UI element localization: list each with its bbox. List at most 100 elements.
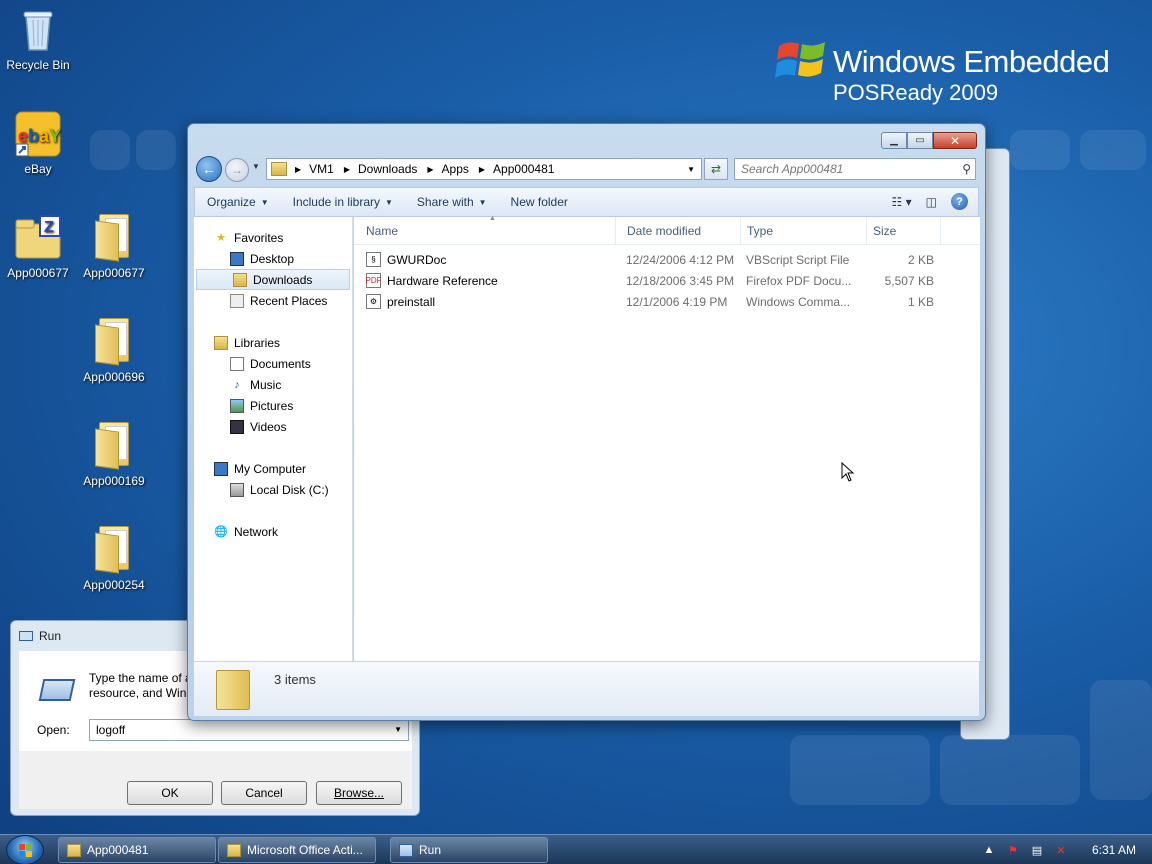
file-list: ▲ Name Date modified Type Size § GWURDoc …: [354, 215, 980, 661]
nav-label: Favorites: [234, 230, 284, 245]
breadcrumb-label: App000481: [493, 162, 555, 176]
explorer-window[interactable]: ▁ ▭ ✕ ← → ▼ ▶ VM1 ▶ Downloads ▶ Apps ▶ App00…: [187, 123, 986, 721]
back-button[interactable]: ←: [196, 156, 222, 182]
desktop-icon-app000696[interactable]: App000696: [74, 318, 154, 384]
folder-icon: [216, 670, 250, 710]
windows-embedded-logo: Windows Embedded POSReady 2009: [775, 32, 1135, 112]
nav-label: My Computer: [234, 461, 307, 476]
file-name-cell[interactable]: § GWURDoc: [366, 249, 616, 270]
address-bar[interactable]: ▶ VM1 ▶ Downloads ▶ Apps ▶ App000481 ▼: [266, 158, 702, 180]
breadcrumb-separator-icon: ▶: [343, 164, 350, 174]
security-alert-icon[interactable]: ⚑: [1006, 843, 1020, 857]
minimize-button[interactable]: ▁: [881, 132, 907, 149]
breadcrumb-label: Downloads: [358, 162, 418, 176]
nav-documents[interactable]: Documents: [194, 353, 352, 374]
desktop-icon-app000677-zip[interactable]: Z App000677: [0, 214, 78, 280]
desktop-tile: [136, 130, 176, 170]
network-icon: 🌐: [214, 526, 228, 538]
desktop-icon-recycle-bin[interactable]: Recycle Bin: [0, 6, 78, 72]
start-button[interactable]: [6, 835, 44, 864]
ok-button[interactable]: OK: [127, 781, 213, 805]
desktop-icon-app000677-folder[interactable]: App000677: [74, 214, 154, 280]
volume-muted-icon[interactable]: ✕: [1054, 843, 1068, 857]
table-row[interactable]: § GWURDoc 12/24/2006 4:12 PM VBScript Scr…: [354, 249, 954, 270]
desktop-icon-label: App000254: [83, 578, 145, 592]
svg-text:e: e: [18, 126, 28, 146]
nav-network[interactable]: 🌐 Network: [194, 521, 352, 542]
desktop-icon-app000169[interactable]: App000169: [74, 422, 154, 488]
file-date-cell: 12/1/2006 4:19 PM: [626, 294, 728, 309]
preview-pane-icon[interactable]: ◫: [926, 195, 937, 209]
clock[interactable]: 6:31 AM: [1092, 843, 1136, 857]
run-description: Type the name of a p resource, and Windo: [89, 671, 199, 701]
taskbar-item-office[interactable]: Microsoft Office Acti...: [218, 837, 376, 863]
nav-desktop[interactable]: Desktop: [194, 248, 352, 269]
new-folder-button[interactable]: New folder: [499, 195, 580, 209]
refresh-button[interactable]: ⇄: [704, 158, 728, 180]
browse-button[interactable]: Browse...: [316, 781, 402, 805]
include-in-library-button[interactable]: Include in library ▼: [281, 195, 405, 209]
column-header-size[interactable]: Size: [867, 217, 941, 245]
desktop-icon-label: App000677: [7, 266, 69, 280]
help-icon[interactable]: ?: [951, 193, 968, 210]
network-icon[interactable]: ▤: [1030, 843, 1044, 857]
close-button[interactable]: ✕: [933, 132, 977, 149]
nav-pictures[interactable]: Pictures: [194, 395, 352, 416]
show-hidden-icons-icon[interactable]: ▲: [982, 843, 996, 857]
documents-icon: [230, 356, 244, 371]
forward-button[interactable]: →: [225, 158, 249, 182]
breadcrumb-label: VM1: [309, 162, 334, 176]
breadcrumb-label: Apps: [441, 162, 469, 176]
search-icon[interactable]: ⚲: [962, 162, 971, 176]
nav-downloads[interactable]: Downloads: [196, 269, 350, 290]
file-name-cell[interactable]: PDF Hardware Reference: [366, 270, 616, 291]
table-row[interactable]: PDF Hardware Reference 12/18/2006 3:45 PM…: [354, 270, 954, 291]
maximize-button[interactable]: ▭: [907, 132, 933, 149]
breadcrumb-item[interactable]: ▶ VM1: [295, 162, 334, 176]
nav-my-computer[interactable]: My Computer: [194, 458, 352, 479]
folder-icon: [67, 843, 81, 857]
chevron-down-icon[interactable]: ▼: [687, 165, 695, 174]
nav-favorites[interactable]: ★ Favorites: [194, 227, 352, 248]
file-type-cell: Windows Comma...: [746, 294, 851, 309]
breadcrumb-item[interactable]: ▶ App000481: [479, 162, 555, 176]
item-count: 3 items: [274, 672, 316, 687]
breadcrumb-item[interactable]: ▶ Downloads: [344, 162, 418, 176]
share-with-button[interactable]: Share with ▼: [405, 195, 499, 209]
nav-local-disk[interactable]: Local Disk (C:): [194, 479, 352, 500]
navigation-bar: ← → ▼ ▶ VM1 ▶ Downloads ▶ Apps ▶ App000481 ▼…: [194, 156, 979, 182]
taskbar-item-label: Microsoft Office Acti...: [247, 843, 363, 857]
nav-music[interactable]: ♪ Music: [194, 374, 352, 395]
column-header-date[interactable]: Date modified: [621, 217, 741, 245]
cancel-button[interactable]: Cancel: [221, 781, 307, 805]
nav-libraries[interactable]: Libraries: [194, 332, 352, 353]
desktop-tile: [790, 735, 930, 805]
desktop-icon: [230, 251, 244, 266]
breadcrumb-item[interactable]: ▶ Apps: [427, 162, 469, 176]
recent-pages-dropdown[interactable]: ▼: [252, 162, 260, 171]
nav-recent-places[interactable]: Recent Places: [194, 290, 352, 311]
view-options-icon[interactable]: ☷ ▾: [892, 195, 912, 209]
file-date-cell: 12/18/2006 3:45 PM: [626, 273, 735, 288]
nav-videos[interactable]: Videos: [194, 416, 352, 437]
nav-label: Downloads: [253, 272, 313, 287]
run-icon: [19, 631, 33, 641]
open-input-value[interactable]: logoff: [96, 723, 125, 737]
column-header-type[interactable]: Type: [741, 217, 867, 245]
taskbar-item-explorer[interactable]: App000481: [58, 837, 216, 863]
table-row[interactable]: ⚙ preinstall 12/1/2006 4:19 PM Windows Co…: [354, 291, 954, 312]
file-name-cell[interactable]: ⚙ preinstall: [366, 291, 616, 312]
desktop-tile: [1010, 130, 1070, 170]
column-header-name[interactable]: Name: [360, 217, 616, 245]
pictures-icon: [230, 398, 244, 413]
taskbar-item-run[interactable]: Run: [390, 837, 548, 863]
desktop-icon-app000254[interactable]: App000254: [74, 526, 154, 592]
search-input[interactable]: Search App000481 ⚲: [734, 158, 976, 180]
chevron-down-icon[interactable]: ▼: [394, 725, 402, 734]
desktop-icon-ebay[interactable]: e b a Y eBay: [0, 110, 78, 176]
breadcrumb-separator-icon: ▶: [478, 164, 486, 174]
system-tray: ▲ ⚑ ▤ ✕ 6:31 AM: [982, 835, 1152, 864]
open-combobox[interactable]: logoff ▼: [89, 719, 409, 741]
windows-flag-icon: [775, 42, 825, 78]
organize-button[interactable]: Organize ▼: [195, 195, 281, 209]
